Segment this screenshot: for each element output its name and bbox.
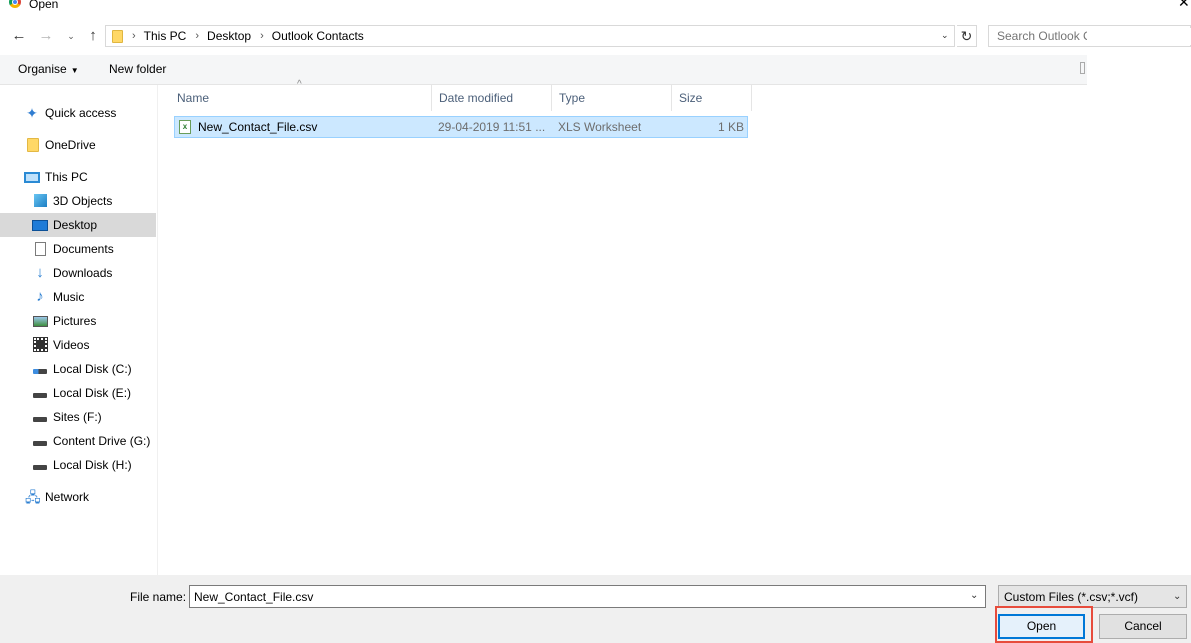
- window-title: Open: [29, 0, 59, 11]
- chevron-down-icon: ⌄: [1173, 591, 1182, 602]
- nav-item-label: Downloads: [53, 266, 113, 280]
- nav-item-label: Local Disk (C:): [53, 362, 132, 376]
- file-date-modified: 29-04-2019 11:51 ...: [438, 120, 546, 134]
- csv-file-icon: x: [179, 120, 191, 134]
- folder-icon: [27, 138, 39, 152]
- nav-item-local-disk-h[interactable]: Local Disk (H:): [0, 453, 156, 477]
- column-header-type[interactable]: Type: [552, 85, 672, 111]
- view-options-icon[interactable]: [1080, 62, 1085, 74]
- breadcrumb-separator[interactable]: ›: [195, 30, 199, 42]
- breadcrumb-desktop[interactable]: Desktop: [207, 29, 251, 43]
- disk-icon: [33, 465, 47, 470]
- breadcrumb-separator[interactable]: ›: [260, 30, 264, 42]
- nav-item-label: Documents: [53, 242, 114, 256]
- nav-item-local-disk-c[interactable]: Local Disk (C:): [0, 357, 156, 381]
- nav-item-this-pc[interactable]: This PC: [0, 165, 156, 189]
- nav-item-label: Quick access: [45, 106, 117, 120]
- nav-item-label: Videos: [53, 338, 90, 352]
- chevron-down-icon: ▼: [70, 66, 79, 75]
- nav-item-label: 3D Objects: [53, 194, 113, 208]
- file-type: XLS Worksheet: [558, 120, 642, 134]
- nav-item-label: Desktop: [53, 218, 98, 232]
- nav-item-onedrive[interactable]: OneDrive: [0, 133, 156, 157]
- chevron-down-icon[interactable]: ⌄: [970, 590, 978, 601]
- refresh-button[interactable]: ↻: [957, 25, 977, 47]
- nav-item-label: Local Disk (H:): [53, 458, 132, 472]
- system-disk-icon: [33, 369, 47, 374]
- breadcrumb-outlook-contacts[interactable]: Outlook Contacts: [272, 29, 364, 43]
- nav-item-pictures[interactable]: Pictures: [0, 309, 156, 333]
- nav-item-content-drive-g[interactable]: Content Drive (G:): [0, 429, 156, 453]
- file-row[interactable]: x New_Contact_File.csv 29-04-2019 11:51 …: [174, 116, 748, 138]
- cube-icon: [34, 194, 47, 207]
- up-button[interactable]: ↑: [83, 26, 103, 46]
- folder-icon: [112, 29, 123, 43]
- nav-item-local-disk-e[interactable]: Local Disk (E:): [0, 381, 156, 405]
- column-header-date-modified[interactable]: Date modified: [432, 85, 552, 111]
- nav-item-label: Music: [53, 290, 85, 304]
- picture-icon: [33, 316, 48, 327]
- download-icon: ↓: [36, 264, 44, 281]
- recent-locations-button[interactable]: ⌄: [64, 26, 78, 46]
- nav-item-label: Content Drive (G:): [53, 434, 151, 448]
- navigation-pane: ✦ Quick access OneDrive This PC 3D Objec…: [0, 85, 158, 575]
- forward-button[interactable]: →: [36, 26, 56, 46]
- new-folder-button[interactable]: New folder: [109, 62, 166, 76]
- nav-item-label: Network: [45, 490, 90, 504]
- nav-item-downloads[interactable]: ↓ Downloads: [0, 261, 156, 285]
- nav-item-label: OneDrive: [45, 138, 96, 152]
- disk-icon: [33, 393, 47, 398]
- organise-label: Organise: [18, 62, 67, 76]
- breadcrumb-this-pc[interactable]: This PC: [144, 29, 187, 43]
- open-button[interactable]: Open: [998, 614, 1085, 639]
- nav-item-music[interactable]: ♪ Music: [0, 285, 156, 309]
- file-name-input[interactable]: [190, 586, 964, 607]
- nav-item-label: This PC: [45, 170, 88, 184]
- column-header-name[interactable]: Name: [170, 85, 432, 111]
- file-name: New_Contact_File.csv: [198, 120, 318, 134]
- address-bar[interactable]: › This PC › Desktop › Outlook Contacts: [105, 25, 955, 47]
- address-dropdown-icon[interactable]: ⌄: [941, 30, 949, 41]
- file-name-label: File name:: [130, 590, 187, 604]
- disk-icon: [33, 417, 47, 422]
- column-header-size[interactable]: Size: [672, 85, 752, 111]
- disk-icon: [33, 441, 47, 446]
- computer-icon: [24, 172, 40, 183]
- video-icon: [33, 337, 48, 352]
- nav-item-3d-objects[interactable]: 3D Objects: [0, 189, 156, 213]
- breadcrumb-separator: ›: [132, 30, 136, 42]
- nav-item-videos[interactable]: Videos: [0, 333, 156, 357]
- file-name-combobox[interactable]: [189, 585, 986, 608]
- nav-item-desktop[interactable]: Desktop: [0, 213, 156, 237]
- nav-item-label: Sites (F:): [53, 410, 102, 424]
- nav-item-documents[interactable]: Documents: [0, 237, 156, 261]
- organise-button[interactable]: Organise ▼: [18, 62, 79, 78]
- network-icon: 🖧: [25, 489, 41, 505]
- search-clipped-area: [1087, 28, 1191, 45]
- title-bar: [0, 0, 1191, 14]
- close-icon[interactable]: ✕: [1178, 0, 1190, 10]
- music-icon: ♪: [36, 288, 44, 305]
- nav-item-label: Pictures: [53, 314, 97, 328]
- file-type-select[interactable]: Custom Files (*.csv;*.vcf) ⌄: [998, 585, 1187, 608]
- nav-item-label: Local Disk (E:): [53, 386, 132, 400]
- nav-item-network[interactable]: 🖧 Network: [0, 485, 156, 509]
- file-type-value: Custom Files (*.csv;*.vcf): [1004, 590, 1139, 604]
- back-button[interactable]: ←: [9, 26, 29, 46]
- cancel-button[interactable]: Cancel: [1099, 614, 1187, 639]
- document-icon: [35, 242, 46, 256]
- nav-item-quick-access[interactable]: ✦ Quick access: [0, 101, 156, 125]
- nav-item-sites-f[interactable]: Sites (F:): [0, 405, 156, 429]
- column-header-row: Name Date modified Type Size: [170, 85, 752, 111]
- desktop-icon: [32, 220, 48, 231]
- star-icon: ✦: [26, 105, 38, 121]
- file-size: 1 KB: [717, 120, 744, 134]
